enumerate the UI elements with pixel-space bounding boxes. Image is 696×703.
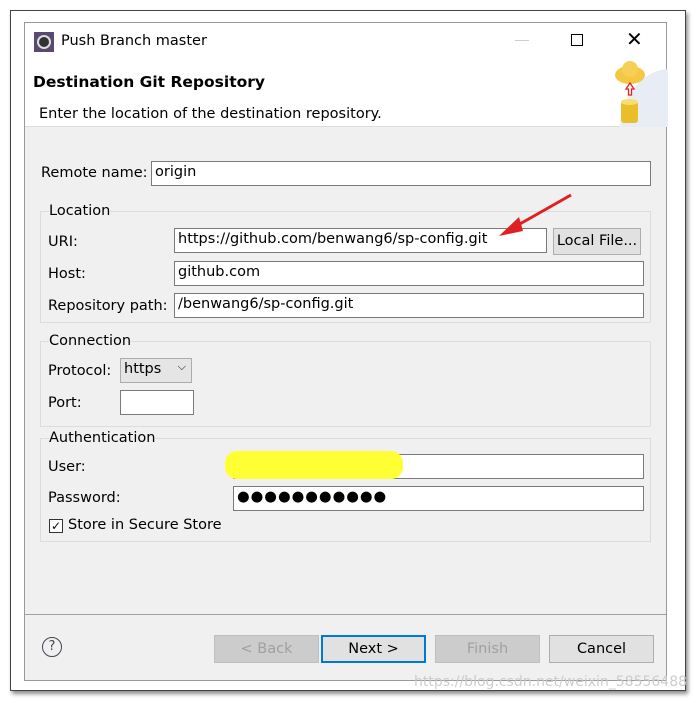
red-arrow-annotation bbox=[499, 193, 572, 236]
push-to-cloud-icon bbox=[615, 61, 668, 127]
location-title: Location bbox=[49, 203, 111, 219]
uri-input[interactable]: https://github.com/benwang6/sp-config.gi… bbox=[174, 228, 547, 253]
protocol-label: Protocol: bbox=[48, 363, 112, 379]
close-button[interactable]: ✕ bbox=[626, 27, 643, 51]
host-label: Host: bbox=[48, 266, 86, 282]
password-input[interactable]: ●●●●●●●●●●● bbox=[233, 486, 644, 511]
page-description: Enter the location of the destination re… bbox=[39, 106, 382, 122]
host-input[interactable]: github.com bbox=[174, 261, 644, 286]
password-label: Password: bbox=[48, 490, 121, 506]
window-title: Push Branch master bbox=[61, 33, 207, 49]
port-label: Port: bbox=[48, 395, 82, 411]
maximize-button[interactable] bbox=[571, 34, 583, 46]
user-label: User: bbox=[48, 459, 86, 475]
uri-label: URI: bbox=[48, 234, 78, 250]
authentication-title: Authentication bbox=[49, 430, 156, 446]
push-branch-dialog: Push Branch master ✕ Destination Git Rep… bbox=[24, 22, 668, 681]
protocol-select[interactable]: https ⌵ bbox=[120, 358, 192, 383]
separator bbox=[25, 614, 666, 615]
help-icon[interactable]: ? bbox=[42, 637, 62, 657]
repository-path-input[interactable]: /benwang6/sp-config.git bbox=[174, 293, 644, 318]
page-title: Destination Git Repository bbox=[33, 73, 266, 91]
cancel-button[interactable]: Cancel bbox=[549, 635, 654, 663]
title-bar: Push Branch master ✕ bbox=[25, 23, 666, 61]
connection-title: Connection bbox=[49, 333, 132, 349]
store-checkbox[interactable]: ✓ bbox=[49, 519, 63, 533]
minimize-button[interactable] bbox=[515, 40, 529, 41]
watermark: https://blog.csdn.net/weixin_58556488 bbox=[414, 674, 688, 690]
eclipse-icon bbox=[34, 32, 54, 52]
finish-button[interactable]: Finish bbox=[435, 635, 540, 663]
repository-path-label: Repository path: bbox=[48, 298, 168, 314]
back-button[interactable]: < Back bbox=[214, 635, 319, 663]
next-button[interactable]: Next > bbox=[321, 635, 426, 663]
chevron-down-icon: ⌵ bbox=[177, 360, 186, 373]
remote-name-input[interactable]: origin bbox=[151, 161, 651, 186]
store-label: Store in Secure Store bbox=[68, 517, 222, 533]
protocol-value: https bbox=[124, 361, 162, 377]
remote-name-label: Remote name: bbox=[41, 165, 148, 181]
redaction-highlight bbox=[225, 451, 403, 479]
port-input[interactable] bbox=[120, 390, 194, 415]
wizard-header: Destination Git Repository Enter the loc… bbox=[25, 61, 668, 127]
